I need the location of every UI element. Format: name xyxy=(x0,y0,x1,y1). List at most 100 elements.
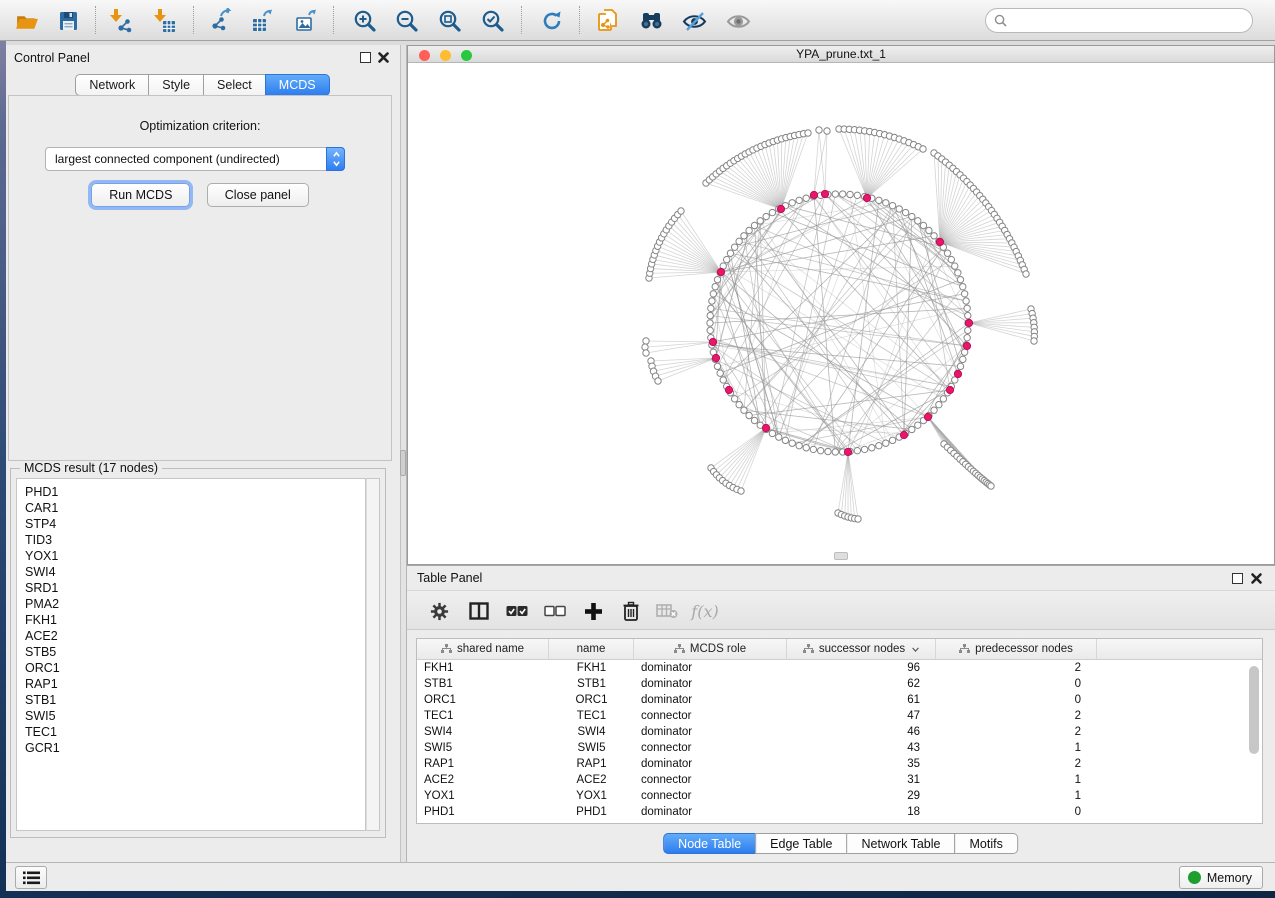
new-network-from-selection-button[interactable] xyxy=(592,6,624,36)
show-columns-button[interactable] xyxy=(465,598,493,624)
column-settings-button[interactable] xyxy=(425,598,453,624)
table-row[interactable]: SWI4SWI4dominator462 xyxy=(417,724,1262,740)
cell-name[interactable]: FKH1 xyxy=(549,660,634,676)
cell-shared-name[interactable]: STB1 xyxy=(417,676,549,692)
cell-predecessor-nodes[interactable]: 1 xyxy=(936,772,1097,788)
export-table-button[interactable] xyxy=(247,6,279,36)
cell-shared-name[interactable]: RAP1 xyxy=(417,756,549,772)
zoom-out-button[interactable] xyxy=(391,6,423,36)
window-zoom-light[interactable] xyxy=(461,50,472,61)
mcds-result-item[interactable]: TEC1 xyxy=(25,724,365,740)
mcds-result-item[interactable]: STB5 xyxy=(25,644,365,660)
cell-successor-nodes[interactable]: 31 xyxy=(787,772,936,788)
hide-selected-button[interactable] xyxy=(678,6,710,36)
cell-MCDS-role[interactable]: connector xyxy=(634,740,787,756)
cell-name[interactable]: RAP1 xyxy=(549,756,634,772)
table-scrollbar[interactable] xyxy=(1248,662,1261,820)
cell-name[interactable]: PHD1 xyxy=(549,804,634,820)
refresh-view-button[interactable] xyxy=(536,6,568,36)
column-header-successor-nodes[interactable]: successor nodes xyxy=(787,639,936,659)
cell-name[interactable]: ACE2 xyxy=(549,772,634,788)
tab-network[interactable]: Network xyxy=(75,74,149,96)
mcds-result-item[interactable]: SWI4 xyxy=(25,564,365,580)
save-session-button[interactable] xyxy=(52,6,84,36)
cell-MCDS-role[interactable]: connector xyxy=(634,772,787,788)
cell-shared-name[interactable]: TEC1 xyxy=(417,708,549,724)
table-row[interactable]: PHD1PHD1dominator180 xyxy=(417,804,1262,820)
table-row[interactable]: SWI5SWI5connector431 xyxy=(417,740,1262,756)
cell-successor-nodes[interactable]: 35 xyxy=(787,756,936,772)
cell-shared-name[interactable]: ACE2 xyxy=(417,772,549,788)
cell-MCDS-role[interactable]: dominator xyxy=(634,676,787,692)
cell-successor-nodes[interactable]: 47 xyxy=(787,708,936,724)
table-row[interactable]: YOX1YOX1connector291 xyxy=(417,788,1262,804)
column-header-predecessor-nodes[interactable]: predecessor nodes xyxy=(936,639,1097,659)
column-header-shared-name[interactable]: shared name xyxy=(417,639,549,659)
cell-shared-name[interactable]: ORC1 xyxy=(417,692,549,708)
show-all-button[interactable] xyxy=(722,6,754,36)
search-box[interactable] xyxy=(985,8,1253,33)
network-window-titlebar[interactable]: YPA_prune.txt_1 xyxy=(408,46,1274,63)
cell-successor-nodes[interactable]: 62 xyxy=(787,676,936,692)
mcds-result-item[interactable]: SWI5 xyxy=(25,708,365,724)
tab-motifs[interactable]: Motifs xyxy=(954,833,1017,854)
mcds-result-item[interactable]: SRD1 xyxy=(25,580,365,596)
table-row[interactable]: FKH1FKH1dominator962 xyxy=(417,660,1262,676)
cell-successor-nodes[interactable]: 18 xyxy=(787,804,936,820)
window-minimize-light[interactable] xyxy=(440,50,451,61)
close-panel-icon[interactable] xyxy=(377,51,390,64)
column-header-MCDS-role[interactable]: MCDS role xyxy=(634,639,787,659)
export-network-button[interactable] xyxy=(205,6,237,36)
float-panel-icon[interactable] xyxy=(360,52,371,63)
deselect-all-button[interactable] xyxy=(541,598,569,624)
zoom-selected-button[interactable] xyxy=(477,6,509,36)
table-row[interactable]: STB1STB1dominator620 xyxy=(417,676,1262,692)
cell-predecessor-nodes[interactable]: 2 xyxy=(936,724,1097,740)
cell-successor-nodes[interactable]: 43 xyxy=(787,740,936,756)
cell-predecessor-nodes[interactable]: 1 xyxy=(936,788,1097,804)
mcds-result-item[interactable]: PMA2 xyxy=(25,596,365,612)
table-scrollbar-thumb[interactable] xyxy=(1249,666,1259,754)
find-button[interactable] xyxy=(635,6,667,36)
mcds-result-item[interactable]: YOX1 xyxy=(25,548,365,564)
mcds-result-item[interactable]: FKH1 xyxy=(25,612,365,628)
column-header-name[interactable]: name xyxy=(549,639,634,659)
cell-predecessor-nodes[interactable]: 2 xyxy=(936,756,1097,772)
cell-shared-name[interactable]: SWI5 xyxy=(417,740,549,756)
mcds-result-scrollbar[interactable] xyxy=(366,478,380,831)
tab-select[interactable]: Select xyxy=(203,74,266,96)
cell-successor-nodes[interactable]: 61 xyxy=(787,692,936,708)
export-image-button[interactable] xyxy=(291,6,323,36)
network-canvas[interactable] xyxy=(408,63,1274,564)
mcds-result-list[interactable]: PHD1CAR1STP4TID3YOX1SWI4SRD1PMA2FKH1ACE2… xyxy=(16,478,366,831)
cell-MCDS-role[interactable]: connector xyxy=(634,788,787,804)
cell-predecessor-nodes[interactable]: 1 xyxy=(936,740,1097,756)
tab-mcds[interactable]: MCDS xyxy=(265,74,330,96)
close-panel-button[interactable]: Close panel xyxy=(207,183,309,207)
optimization-criterion-select[interactable]: largest connected component (undirected) xyxy=(45,147,345,171)
cell-name[interactable]: STB1 xyxy=(549,676,634,692)
cell-name[interactable]: SWI4 xyxy=(549,724,634,740)
task-history-button[interactable] xyxy=(15,866,47,889)
cell-name[interactable]: ORC1 xyxy=(549,692,634,708)
tab-edge-table[interactable]: Edge Table xyxy=(755,833,847,854)
cell-predecessor-nodes[interactable]: 0 xyxy=(936,804,1097,820)
close-panel-icon[interactable] xyxy=(1250,572,1263,585)
mcds-result-item[interactable]: CAR1 xyxy=(25,500,365,516)
cell-successor-nodes[interactable]: 29 xyxy=(787,788,936,804)
mcds-result-item[interactable]: PHD1 xyxy=(25,484,365,500)
mcds-result-item[interactable]: ACE2 xyxy=(25,628,365,644)
cell-shared-name[interactable]: PHD1 xyxy=(417,804,549,820)
cell-shared-name[interactable]: FKH1 xyxy=(417,660,549,676)
mcds-result-item[interactable]: STB1 xyxy=(25,692,365,708)
mcds-result-item[interactable]: RAP1 xyxy=(25,676,365,692)
delete-column-button[interactable] xyxy=(617,598,645,624)
open-file-button[interactable] xyxy=(10,6,42,36)
import-network-button[interactable] xyxy=(104,6,136,36)
mcds-result-item[interactable]: TID3 xyxy=(25,532,365,548)
cell-predecessor-nodes[interactable]: 2 xyxy=(936,708,1097,724)
search-input[interactable] xyxy=(1012,11,1252,31)
cell-name[interactable]: TEC1 xyxy=(549,708,634,724)
select-all-button[interactable] xyxy=(503,598,531,624)
tab-style[interactable]: Style xyxy=(148,74,204,96)
